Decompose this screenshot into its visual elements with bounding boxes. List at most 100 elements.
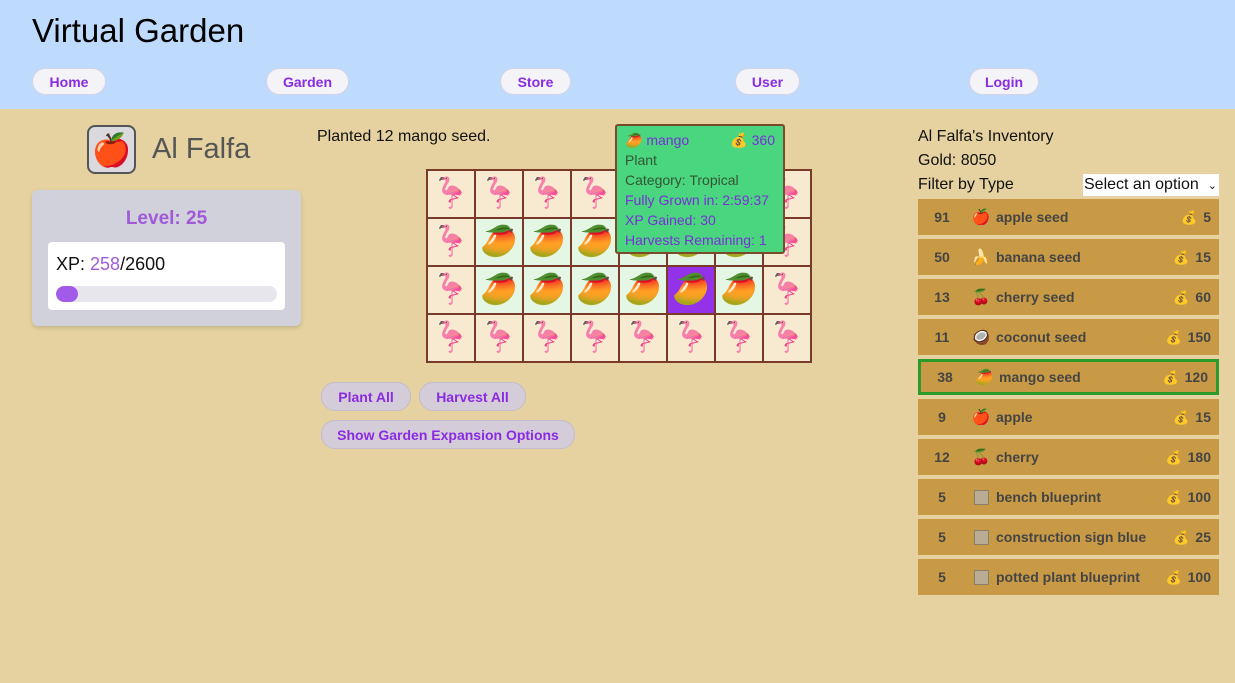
mango-icon: 🥭 — [720, 272, 758, 307]
garden-cell[interactable]: 🥭 — [571, 218, 619, 266]
item-price-value: 15 — [1195, 248, 1211, 265]
inventory-item[interactable]: 91 🍎 apple seed 💰 5 — [918, 199, 1219, 235]
item-quantity: 13 — [934, 289, 950, 305]
item-price: 💰 15 — [1146, 249, 1219, 266]
garden-cell[interactable]: 🥭 — [523, 266, 571, 314]
garden-cell[interactable]: 🥭 — [475, 218, 523, 266]
item-icon: 🍒 — [971, 289, 991, 306]
garden-expansion-button[interactable]: Show Garden Expansion Options — [321, 420, 575, 449]
flamingo-icon: 🦩 — [576, 320, 614, 355]
money-bag-icon: 💰 — [730, 132, 748, 148]
item-name: potted plant blueprint — [996, 569, 1140, 585]
item-icon: 🍌 — [971, 249, 991, 266]
item-name: apple — [996, 409, 1033, 425]
item-icon: 🍎 — [971, 209, 991, 226]
garden-cell[interactable]: 🥭 — [475, 266, 523, 314]
inventory-item[interactable]: 12 🍒 cherry 💰 180 — [918, 439, 1219, 475]
blueprint-icon — [966, 489, 996, 506]
item-name: cherry — [996, 449, 1039, 465]
level-label: Level: 25 — [125, 208, 208, 229]
garden-cell[interactable]: 🥭 — [571, 266, 619, 314]
blueprint-icon — [966, 529, 996, 546]
filter-select-value: Select an option — [1084, 176, 1199, 193]
garden-cell[interactable]: 🦩 — [715, 314, 763, 362]
inventory-item[interactable]: 5 bench blueprint 💰 100 — [918, 479, 1219, 515]
inventory-item[interactable]: 5 potted plant blueprint 💰 100 — [918, 559, 1219, 595]
tooltip-harvests: Harvests Remaining: 1 — [625, 232, 767, 248]
nav-store-button[interactable]: Store — [500, 68, 571, 95]
app-title: Virtual Garden — [32, 12, 245, 49]
garden-cell[interactable]: 🦩 — [667, 314, 715, 362]
item-quantity: 11 — [934, 329, 950, 345]
garden-cell[interactable]: 🦩 — [427, 218, 475, 266]
nav-login-button[interactable]: Login — [969, 68, 1039, 95]
nav-home-button[interactable]: Home — [32, 68, 106, 95]
item-price: 💰 150 — [1146, 329, 1219, 346]
chevron-down-icon: ⌄ — [1207, 179, 1217, 192]
item-name: mango seed — [999, 369, 1081, 385]
item-price-value: 100 — [1187, 488, 1211, 505]
harvest-all-button[interactable]: Harvest All — [419, 382, 526, 411]
flamingo-icon: 🦩 — [432, 176, 470, 211]
garden-cell[interactable]: 🥭 — [619, 266, 667, 314]
plant-all-button[interactable]: Plant All — [321, 382, 411, 411]
gold-amount: Gold: 8050 — [918, 152, 997, 169]
item-name: construction sign blueprint — [996, 529, 1146, 545]
garden-cell[interactable]: 🥭 — [667, 266, 715, 314]
flamingo-icon: 🦩 — [576, 176, 614, 211]
garden-cell[interactable]: 🦩 — [763, 314, 811, 362]
blueprint-icon — [966, 569, 996, 586]
garden-cell[interactable]: 🦩 — [475, 170, 523, 218]
flamingo-icon: 🦩 — [480, 320, 518, 355]
tooltip-price: 360 — [751, 132, 775, 148]
tooltip-header: 🥭 mango 💰 360 — [625, 130, 775, 150]
inventory-item[interactable]: 38 🥭 mango seed 💰 120 — [918, 359, 1219, 395]
garden-cell[interactable]: 🦩 — [475, 314, 523, 362]
inventory-item[interactable]: 50 🍌 banana seed 💰 15 — [918, 239, 1219, 275]
flamingo-icon: 🦩 — [528, 320, 566, 355]
garden-cell[interactable]: 🦩 — [571, 170, 619, 218]
inventory-item[interactable]: 11 🥥 coconut seed 💰 150 — [918, 319, 1219, 355]
item-price-value: 120 — [1184, 368, 1208, 385]
item-icon: 🍎 — [971, 409, 991, 426]
money-bag-icon: 💰 — [1173, 409, 1190, 425]
money-bag-icon: 💰 — [1173, 249, 1190, 265]
item-quantity: 12 — [934, 449, 950, 465]
nav-garden-button[interactable]: Garden — [266, 68, 349, 95]
item-price: 💰 15 — [1146, 409, 1219, 426]
garden-cell[interactable]: 🥭 — [715, 266, 763, 314]
tooltip-plant-name: mango — [646, 132, 690, 148]
item-price: 💰 5 — [1146, 209, 1219, 226]
inventory-item[interactable]: 13 🍒 cherry seed 💰 60 — [918, 279, 1219, 315]
mango-icon: 🥭 — [480, 224, 518, 259]
filter-select[interactable]: Select an option ⌄ — [1083, 174, 1219, 196]
xp-progress-fill — [56, 286, 78, 302]
flamingo-icon: 🦩 — [624, 320, 662, 355]
flamingo-icon: 🦩 — [432, 272, 470, 307]
nav-user-button[interactable]: User — [735, 68, 800, 95]
inventory-item[interactable]: 5 construction sign blueprint 💰 25 — [918, 519, 1219, 555]
garden-cell[interactable]: 🦩 — [523, 170, 571, 218]
item-name: coconut seed — [996, 329, 1087, 345]
item-price: 💰 100 — [1146, 489, 1219, 506]
flamingo-icon: 🦩 — [768, 320, 806, 355]
garden-cell[interactable]: 🦩 — [619, 314, 667, 362]
garden-cell[interactable]: 🦩 — [427, 266, 475, 314]
money-bag-icon: 💰 — [1165, 449, 1182, 465]
xp-current: 258 — [90, 254, 121, 274]
mango-icon: 🥭 — [625, 132, 643, 148]
garden-cell[interactable]: 🦩 — [763, 266, 811, 314]
mango-icon: 🥭 — [672, 272, 710, 307]
flamingo-icon: 🦩 — [432, 224, 470, 259]
garden-cell[interactable]: 🦩 — [427, 170, 475, 218]
inventory-item[interactable]: 9 🍎 apple 💰 15 — [918, 399, 1219, 435]
garden-cell[interactable]: 🦩 — [571, 314, 619, 362]
garden-cell[interactable]: 🦩 — [523, 314, 571, 362]
flamingo-icon: 🦩 — [720, 320, 758, 355]
username: Al Falfa — [152, 133, 251, 165]
xp-progress-bar — [56, 286, 277, 302]
header: Virtual Garden Home Garden Store User Lo… — [0, 0, 1235, 109]
item-price: 💰 120 — [1149, 369, 1216, 386]
garden-cell[interactable]: 🦩 — [427, 314, 475, 362]
garden-cell[interactable]: 🥭 — [523, 218, 571, 266]
